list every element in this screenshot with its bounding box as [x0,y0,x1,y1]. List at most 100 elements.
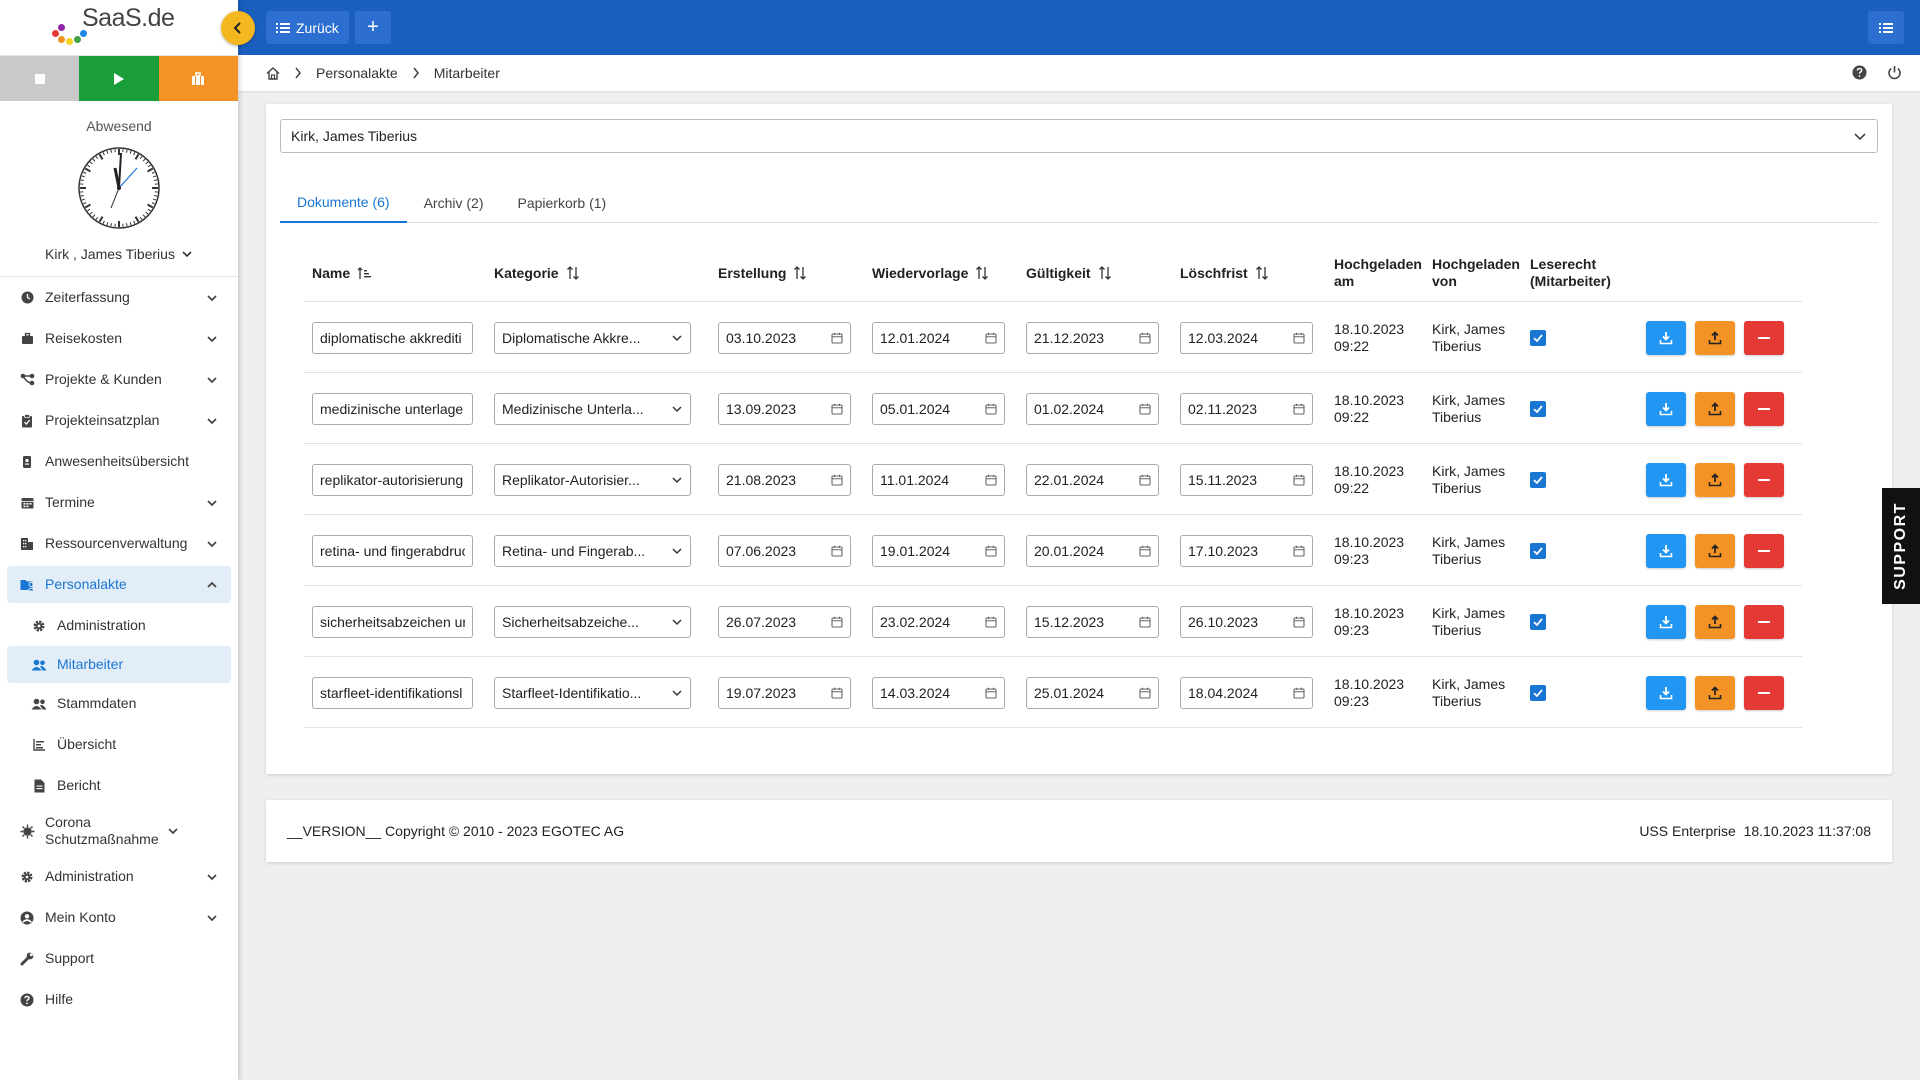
column-header-wiedervorlage[interactable]: Wiedervorlage [872,244,989,302]
wiedervorlage-date-input[interactable]: 05.01.2024 [872,392,1005,425]
delete-button[interactable] [1744,604,1784,639]
employee-select[interactable]: Kirk, James Tiberius [280,119,1878,153]
sidebar-item-administration-sub[interactable]: Administration [0,605,238,646]
download-button[interactable] [1646,391,1686,426]
sidebar-item-anwesenheitsubersicht[interactable]: Anwesenheitsübersicht [0,441,238,482]
calendar-icon[interactable] [831,403,843,415]
document-name-input[interactable]: diplomatische akkrediti [312,321,473,354]
sidebar-item-hilfe[interactable]: Hilfe [0,979,238,1020]
sidebar-item-administration[interactable]: Administration [0,856,238,897]
erstellung-date-input[interactable]: 13.09.2023 [718,392,851,425]
tab-dokumente[interactable]: Dokumente (6) [280,183,407,223]
calendar-icon[interactable] [831,474,843,486]
column-header-gueltigkeit[interactable]: Gültigkeit [1026,244,1112,302]
loeschfrist-date-input[interactable]: 02.11.2023 [1180,392,1313,425]
download-button[interactable] [1646,462,1686,497]
sidebar-item-projekte-kunden[interactable]: Projekte & Kunden [0,359,238,400]
loeschfrist-date-input[interactable]: 18.04.2024 [1180,676,1313,709]
category-select[interactable]: Diplomatische Akkre... [494,321,691,354]
category-select[interactable]: Replikator-Autorisier... [494,463,691,496]
calendar-icon[interactable] [1139,403,1151,415]
sidebar-item-mitarbeiter-sub[interactable]: Mitarbeiter [7,646,231,683]
calendar-icon[interactable] [985,474,997,486]
calendar-icon[interactable] [985,616,997,628]
upload-button[interactable] [1695,391,1735,426]
category-select[interactable]: Retina- und Fingerab... [494,534,691,567]
loeschfrist-date-input[interactable]: 26.10.2023 [1180,605,1313,638]
support-tab[interactable]: SUPPORT [1882,488,1920,604]
calendar-icon[interactable] [1293,616,1305,628]
calendar-icon[interactable] [831,616,843,628]
calendar-icon[interactable] [1293,474,1305,486]
sidebar-item-reisekosten[interactable]: Reisekosten [0,318,238,359]
document-name-input[interactable]: medizinische unterlage [312,392,473,425]
upload-button[interactable] [1695,320,1735,355]
calendar-icon[interactable] [985,403,997,415]
calendar-icon[interactable] [985,545,997,557]
gueltigkeit-date-input[interactable]: 20.01.2024 [1026,534,1159,567]
gueltigkeit-date-input[interactable]: 25.01.2024 [1026,676,1159,709]
sidebar-item-ubersicht-sub[interactable]: Übersicht [0,724,238,765]
delete-button[interactable] [1744,320,1784,355]
read-permission-checkbox[interactable] [1530,684,1546,701]
delete-button[interactable] [1744,675,1784,710]
upload-button[interactable] [1695,604,1735,639]
category-select[interactable]: Sicherheitsabzeiche... [494,605,691,638]
loeschfrist-date-input[interactable]: 12.03.2024 [1180,321,1313,354]
power-icon[interactable] [1887,65,1902,80]
category-select[interactable]: Medizinische Unterla... [494,392,691,425]
wiedervorlage-date-input[interactable]: 14.03.2024 [872,676,1005,709]
help-icon[interactable] [1852,65,1867,80]
document-name-input[interactable]: retina- und fingerabdruc [312,534,473,567]
read-permission-checkbox[interactable] [1530,471,1546,488]
sidebar-item-support[interactable]: Support [0,938,238,979]
delete-button[interactable] [1744,462,1784,497]
calendar-icon[interactable] [1293,687,1305,699]
gueltigkeit-date-input[interactable]: 21.12.2023 [1026,321,1159,354]
download-button[interactable] [1646,320,1686,355]
delete-button[interactable] [1744,391,1784,426]
download-button[interactable] [1646,533,1686,568]
sidebar-item-termine[interactable]: Termine [0,482,238,523]
sidebar-item-ressourcenverwaltung[interactable]: Ressourcenverwaltung [0,523,238,564]
download-button[interactable] [1646,604,1686,639]
calendar-icon[interactable] [1139,687,1151,699]
calendar-icon[interactable] [1139,474,1151,486]
loeschfrist-date-input[interactable]: 17.10.2023 [1180,534,1313,567]
loeschfrist-date-input[interactable]: 15.11.2023 [1180,463,1313,496]
add-button[interactable]: + [355,11,391,44]
download-button[interactable] [1646,675,1686,710]
column-header-name[interactable]: Name [312,244,372,302]
wiedervorlage-date-input[interactable]: 19.01.2024 [872,534,1005,567]
upload-button[interactable] [1695,462,1735,497]
breadcrumb-personalakte[interactable]: Personalakte [316,65,398,81]
collapse-sidebar-button[interactable] [221,11,255,45]
tab-papierkorb[interactable]: Papierkorb (1) [501,183,624,223]
read-permission-checkbox[interactable] [1530,329,1546,346]
calendar-icon[interactable] [1139,545,1151,557]
read-permission-checkbox[interactable] [1530,542,1546,559]
calendar-icon[interactable] [1139,616,1151,628]
erstellung-date-input[interactable]: 07.06.2023 [718,534,851,567]
calendar-icon[interactable] [1293,403,1305,415]
calendar-icon[interactable] [831,545,843,557]
column-header-loeschfrist[interactable]: Löschfrist [1180,244,1269,302]
tab-archiv[interactable]: Archiv (2) [407,183,501,223]
erstellung-date-input[interactable]: 26.07.2023 [718,605,851,638]
erstellung-date-input[interactable]: 19.07.2023 [718,676,851,709]
category-select[interactable]: Starfleet-Identifikatio... [494,676,691,709]
calendar-icon[interactable] [985,687,997,699]
sidebar-item-personalakte[interactable]: Personalakte [7,566,231,603]
document-name-input[interactable]: replikator-autorisierung [312,463,473,496]
calendar-icon[interactable] [831,332,843,344]
sidebar-item-corona-schutzmassnahme[interactable]: Corona Schutzmaßnahme [0,806,238,856]
read-permission-checkbox[interactable] [1530,400,1546,417]
calendar-icon[interactable] [1293,332,1305,344]
column-header-erstellung[interactable]: Erstellung [718,244,807,302]
stop-button[interactable] [0,56,80,101]
document-name-input[interactable]: starfleet-identifikationsl [312,676,473,709]
erstellung-date-input[interactable]: 03.10.2023 [718,321,851,354]
upload-button[interactable] [1695,675,1735,710]
gueltigkeit-date-input[interactable]: 15.12.2023 [1026,605,1159,638]
document-name-input[interactable]: sicherheitsabzeichen ur [312,605,473,638]
